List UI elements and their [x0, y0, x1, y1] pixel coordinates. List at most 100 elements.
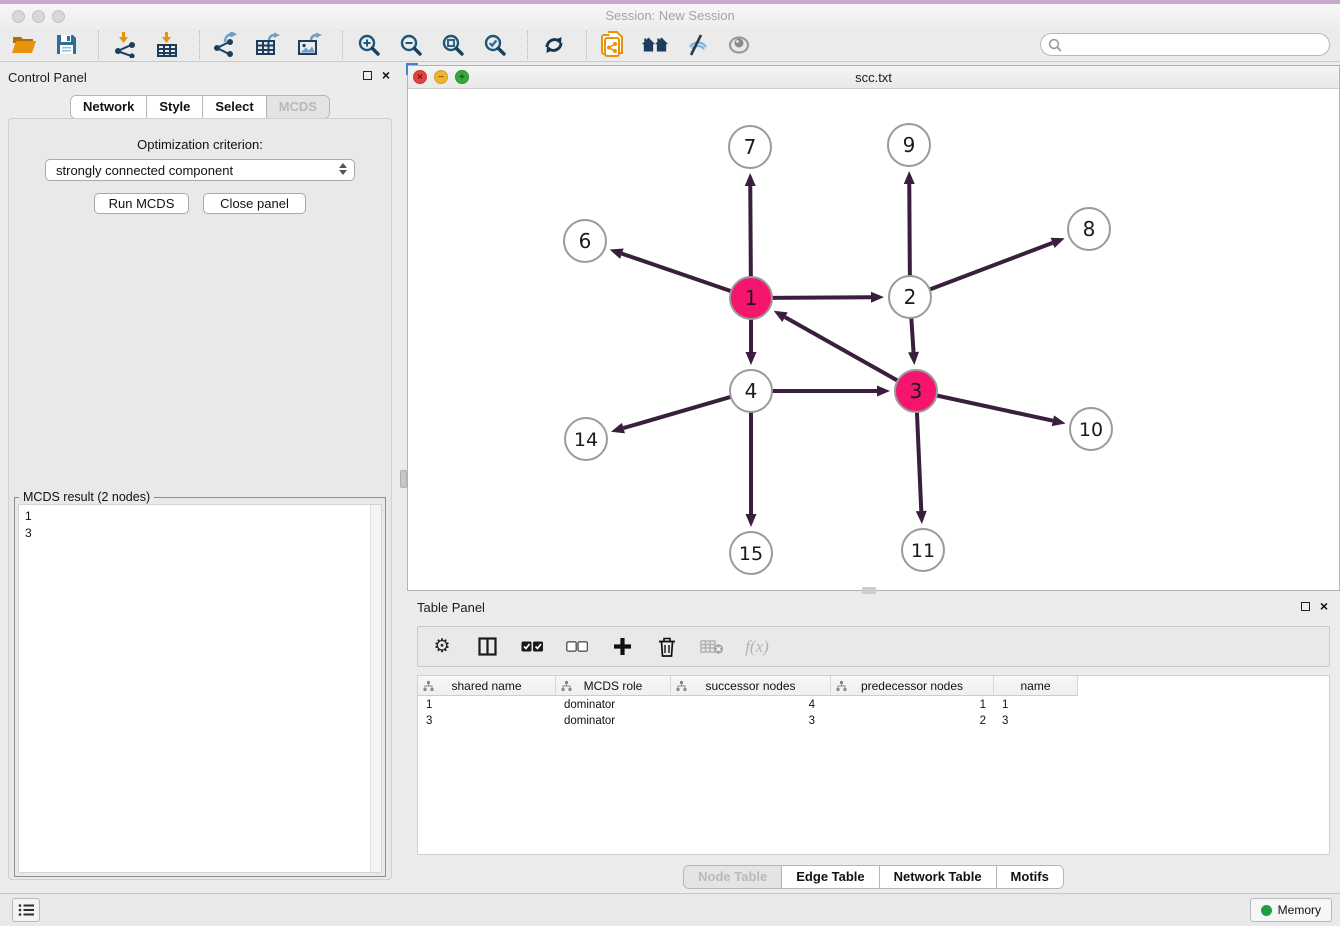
close-panel-icon[interactable]: ×	[1320, 601, 1328, 611]
close-panel-icon[interactable]: ×	[382, 70, 390, 80]
tab-edge-table[interactable]: Edge Table	[782, 866, 879, 888]
duplicate-network-icon[interactable]	[599, 31, 627, 59]
list-icon	[18, 903, 35, 917]
delete-row-icon[interactable]	[655, 635, 679, 659]
splitter-grip[interactable]	[862, 587, 876, 594]
mcds-result-textarea[interactable]: 13	[18, 504, 382, 873]
graph-node-3[interactable]: 3	[895, 370, 937, 412]
settings-gear-icon[interactable]: ⚙	[430, 635, 454, 659]
column-header-name[interactable]: name	[994, 676, 1078, 696]
graph-edge-2-3[interactable]	[911, 317, 913, 352]
tab-select[interactable]: Select	[203, 96, 266, 118]
column-header-predecessor-nodes[interactable]: predecessor nodes	[831, 676, 994, 696]
graph-node-6[interactable]: 6	[564, 220, 606, 262]
cell-predecessor-nodes[interactable]: 1	[831, 697, 994, 713]
show-columns-icon[interactable]	[475, 635, 499, 659]
network-graph[interactable]: 1 2 3 4 6 7 8 9 10 11 14 15	[408, 89, 1339, 590]
export-table-icon[interactable]	[254, 31, 282, 59]
tab-motifs[interactable]: Motifs	[997, 866, 1063, 888]
graph-node-1[interactable]: 1	[730, 277, 772, 319]
home-icon[interactable]	[641, 31, 669, 59]
graph-node-9[interactable]: 9	[888, 124, 930, 166]
tab-node-table[interactable]: Node Table	[684, 866, 782, 888]
graph-node-2[interactable]: 2	[889, 276, 931, 318]
column-header-successor-nodes[interactable]: successor nodes	[671, 676, 831, 696]
import-network-icon[interactable]	[111, 31, 139, 59]
svg-text:11: 11	[911, 540, 935, 562]
task-history-button[interactable]	[12, 898, 40, 922]
graph-edge-1-2[interactable]	[771, 297, 871, 298]
graph-edge-4-14[interactable]	[623, 397, 731, 429]
open-session-icon[interactable]	[10, 31, 38, 59]
add-row-icon[interactable]	[610, 635, 634, 659]
graph-edge-3-11[interactable]	[917, 411, 921, 511]
export-network-icon[interactable]	[212, 31, 240, 59]
node-table[interactable]: shared nameMCDS rolesuccessor nodesprede…	[417, 675, 1330, 855]
memory-button[interactable]: Memory	[1250, 898, 1332, 922]
save-session-icon[interactable]	[52, 31, 80, 59]
graph-node-7[interactable]: 7	[729, 126, 771, 168]
control-panel: Control Panel × NetworkStyleSelectMCDS O…	[0, 62, 400, 893]
table-row[interactable]: 1dominator411	[418, 697, 1329, 713]
delete-table-icon[interactable]	[700, 635, 724, 659]
tab-style[interactable]: Style	[147, 96, 203, 118]
run-mcds-button[interactable]: Run MCDS	[94, 193, 189, 214]
splitter-grip[interactable]	[400, 470, 407, 488]
criterion-dropdown[interactable]: strongly connected component	[45, 159, 355, 181]
vertical-splitter[interactable]	[400, 62, 407, 893]
cell-MCDS-role[interactable]: dominator	[556, 713, 671, 729]
cell-name[interactable]: 3	[994, 713, 1078, 729]
zoom-out-icon[interactable]	[397, 31, 425, 59]
graph-edge-3-10[interactable]	[936, 395, 1053, 420]
graph-node-14[interactable]: 14	[565, 418, 607, 460]
export-image-icon[interactable]	[296, 31, 324, 59]
svg-text:4: 4	[745, 379, 758, 403]
memory-label: Memory	[1278, 903, 1321, 917]
svg-text:7: 7	[744, 135, 757, 159]
cell-name[interactable]: 1	[994, 697, 1078, 713]
graph-node-11[interactable]: 11	[902, 529, 944, 571]
graph-edge-2-8[interactable]	[929, 243, 1053, 290]
column-header-shared-name[interactable]: shared name	[418, 676, 556, 696]
graph-node-15[interactable]: 15	[730, 532, 772, 574]
float-panel-icon[interactable]	[363, 71, 372, 80]
select-all-rows-icon[interactable]	[520, 635, 544, 659]
close-panel-button[interactable]: Close panel	[203, 193, 306, 214]
graph-edge-1-6[interactable]	[622, 254, 732, 292]
cell-shared-name[interactable]: 1	[418, 697, 556, 713]
zoom-in-icon[interactable]	[355, 31, 383, 59]
graph-edge-1-7[interactable]	[750, 186, 751, 278]
deselect-all-rows-icon[interactable]	[565, 635, 589, 659]
graph-node-8[interactable]: 8	[1068, 208, 1110, 250]
network-frame-titlebar[interactable]: × − + scc.txt	[408, 66, 1339, 89]
import-table-icon[interactable]	[153, 31, 181, 59]
cell-MCDS-role[interactable]: dominator	[556, 697, 671, 713]
svg-text:8: 8	[1083, 217, 1096, 241]
graph-edge-2-9[interactable]	[909, 184, 910, 277]
cell-shared-name[interactable]: 3	[418, 713, 556, 729]
search-field[interactable]	[1040, 33, 1330, 56]
graph-node-10[interactable]: 10	[1070, 408, 1112, 450]
search-input[interactable]	[1067, 35, 1329, 54]
refresh-icon[interactable]	[540, 31, 568, 59]
cell-successor-nodes[interactable]: 3	[671, 713, 831, 729]
column-header-MCDS-role[interactable]: MCDS role	[556, 676, 671, 696]
zoom-fit-icon[interactable]	[439, 31, 467, 59]
tab-network[interactable]: Network	[71, 96, 147, 118]
graph-edge-3-1[interactable]	[785, 317, 899, 381]
tab-mcds[interactable]: MCDS	[267, 96, 329, 118]
svg-text:6: 6	[579, 229, 592, 253]
table-row[interactable]: 3dominator323	[418, 713, 1329, 729]
result-scrollbar[interactable]	[370, 505, 381, 872]
graph-node-4[interactable]: 4	[730, 370, 772, 412]
function-builder-icon[interactable]: f(x)	[745, 635, 769, 659]
network-canvas[interactable]: 1 2 3 4 6 7 8 9 10 11 14 15	[408, 89, 1339, 590]
float-panel-icon[interactable]	[1301, 602, 1310, 611]
show-panels-icon[interactable]	[725, 31, 753, 59]
hide-panels-icon[interactable]	[683, 31, 711, 59]
cell-successor-nodes[interactable]: 4	[671, 697, 831, 713]
zoom-selected-icon[interactable]	[481, 31, 509, 59]
cell-predecessor-nodes[interactable]: 2	[831, 713, 994, 729]
graph-arrowhead-3-11	[916, 511, 927, 524]
tab-network-table[interactable]: Network Table	[880, 866, 997, 888]
